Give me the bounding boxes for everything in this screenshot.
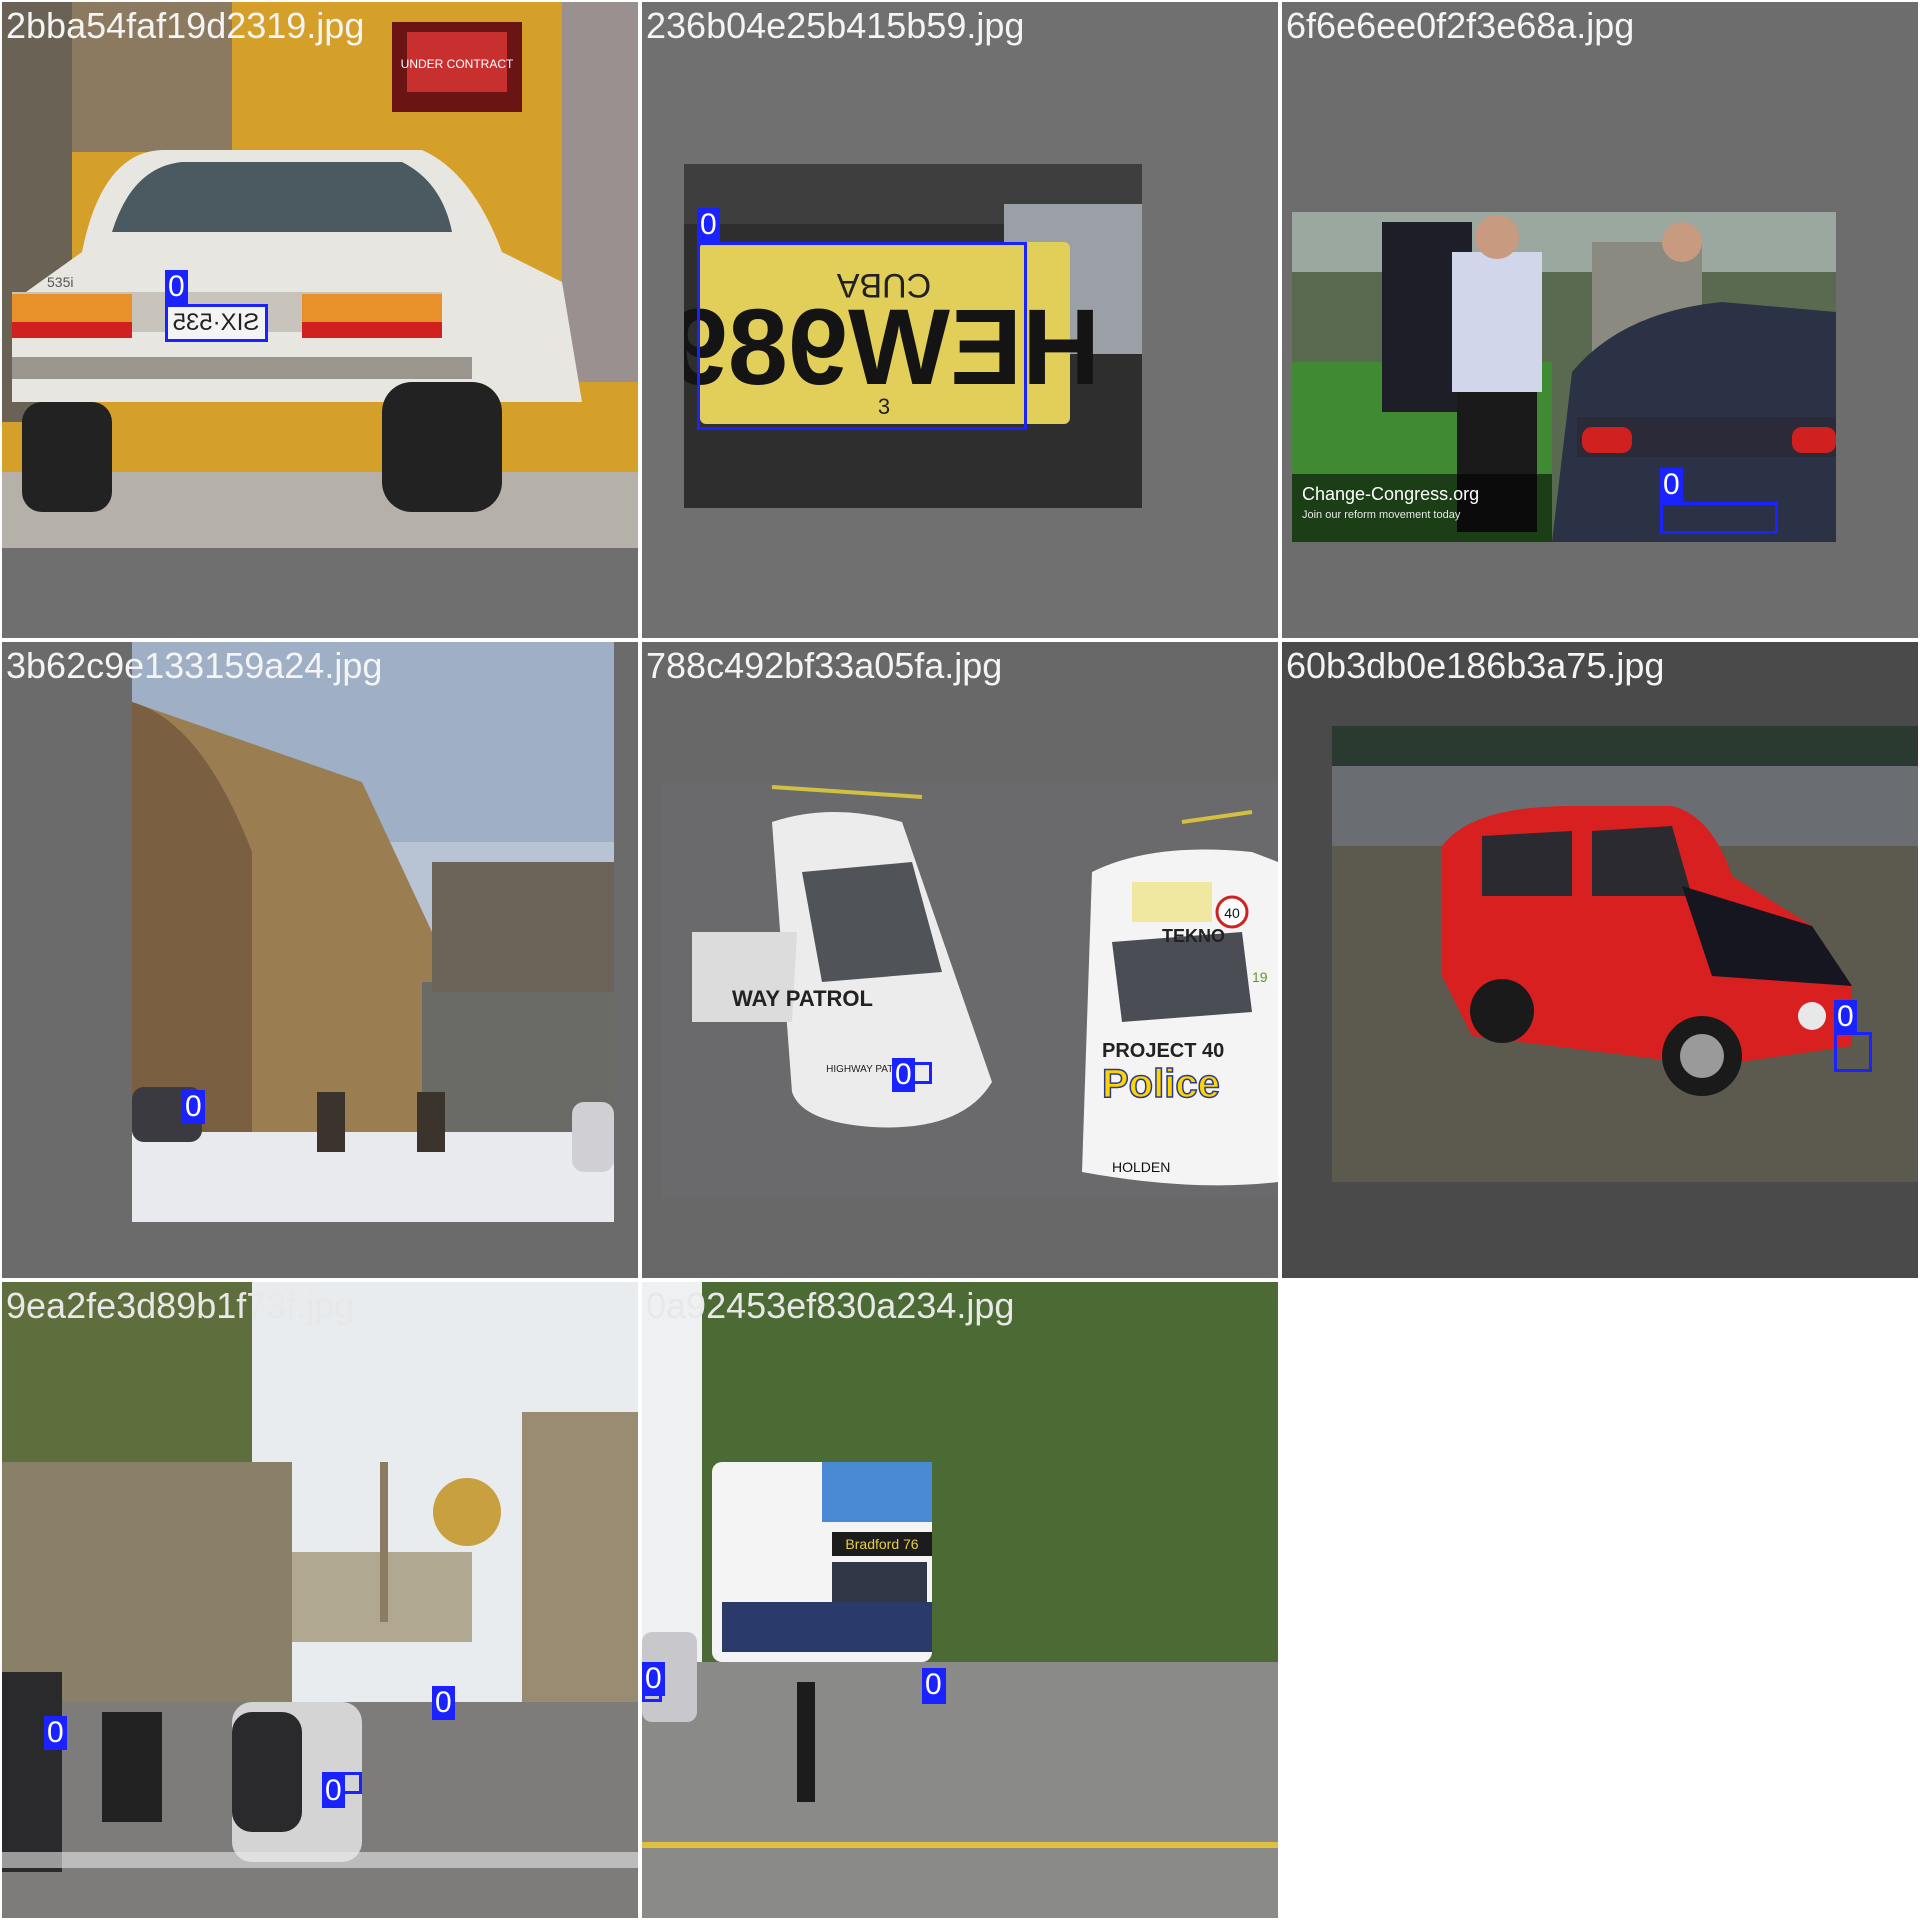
detection-label: 0 [1660, 468, 1683, 502]
tile-photo [132, 642, 614, 1222]
livery-brand: TEKNO [1162, 926, 1225, 946]
livery-project: PROJECT 40 [1102, 1040, 1224, 1062]
livery-holden: HOLDEN [1112, 1159, 1170, 1175]
detection-label: 0 [892, 1058, 915, 1092]
detection-box [165, 304, 268, 342]
overlay-subtitle: Join our reform movement today [1302, 509, 1461, 521]
livery-police: Police [1102, 1062, 1220, 1106]
image-filename: 236b04e25b415b59.jpg [646, 5, 1025, 46]
detection-label: 0 [1834, 1000, 1857, 1034]
mosaic-tile-6[interactable]: 60b3db0e186b3a75.jpg 0 [1282, 642, 1918, 1278]
detection-label: 0 [697, 208, 720, 242]
tile-photo [2, 1282, 638, 1918]
detection-box [697, 242, 1027, 430]
bus-destination: Bradford 76 [845, 1536, 918, 1552]
detection-box [1660, 502, 1778, 534]
speed-sign: 40 [1224, 905, 1240, 921]
image-filename: 2bba54faf19d2319.jpg [6, 5, 365, 46]
mosaic-tile-7[interactable]: 9ea2fe3d89b1f73f.jpg 0 0 0 [2, 1282, 638, 1918]
detection-label: 0 [44, 1716, 67, 1750]
car-number: 19 [1252, 969, 1268, 985]
tile-photo: Bradford 76 [642, 1282, 1278, 1918]
detection-label: 0 [165, 270, 188, 304]
image-filename: 3b62c9e133159a24.jpg [6, 645, 383, 686]
tile-photo: Change-Congress.org Join our reform move… [1292, 212, 1836, 542]
overlay-title: Change-Congress.org [1302, 484, 1479, 504]
mosaic-tile-3[interactable]: Change-Congress.org Join our reform move… [1282, 2, 1918, 638]
mosaic-tile-1[interactable]: UNDER CONTRACT 535i SIX·535 2bba54faf19d… [2, 2, 638, 638]
image-filename: 788c492bf33a05fa.jpg [646, 645, 1003, 686]
mosaic-tile-8[interactable]: Bradford 76 0a92453ef830a234.jpg 0 0 [642, 1282, 1278, 1918]
image-filename: 6f6e6ee0f2f3e68a.jpg [1286, 5, 1635, 46]
image-filename: 0a92453ef830a234.jpg [646, 1285, 1015, 1326]
detection-label: 0 [642, 1662, 665, 1696]
tile-photo [1332, 726, 1918, 1182]
detection-label: 0 [182, 1090, 205, 1124]
detection-label: 0 [322, 1774, 345, 1808]
tile-photo: UNDER CONTRACT 535i SIX·535 [2, 2, 638, 548]
detection-box [1834, 1032, 1872, 1072]
mosaic-tile-4[interactable]: 3b62c9e133159a24.jpg 0 [2, 642, 638, 1278]
image-filename: 60b3db0e186b3a75.jpg [1286, 645, 1665, 686]
door-text: WAY PATROL [732, 986, 873, 1011]
mosaic-tile-5[interactable]: WAY PATROL HIGHWAY PATROL 40 TEKNO 19 PR… [642, 642, 1278, 1278]
sign-text: UNDER CONTRACT [401, 57, 514, 71]
mosaic-tile-2[interactable]: CUBA HEW989 3 236b04e25b415b59.jpg 0 [642, 2, 1278, 638]
image-filename: 9ea2fe3d89b1f73f.jpg [6, 1285, 355, 1326]
tile-photo: WAY PATROL HIGHWAY PATROL 40 TEKNO 19 PR… [662, 782, 1278, 1198]
detection-mosaic-grid: UNDER CONTRACT 535i SIX·535 2bba54faf19d… [0, 0, 1920, 1920]
detection-label: 0 [922, 1668, 945, 1702]
model-badge: 535i [47, 274, 73, 290]
detection-label: 0 [432, 1686, 455, 1720]
